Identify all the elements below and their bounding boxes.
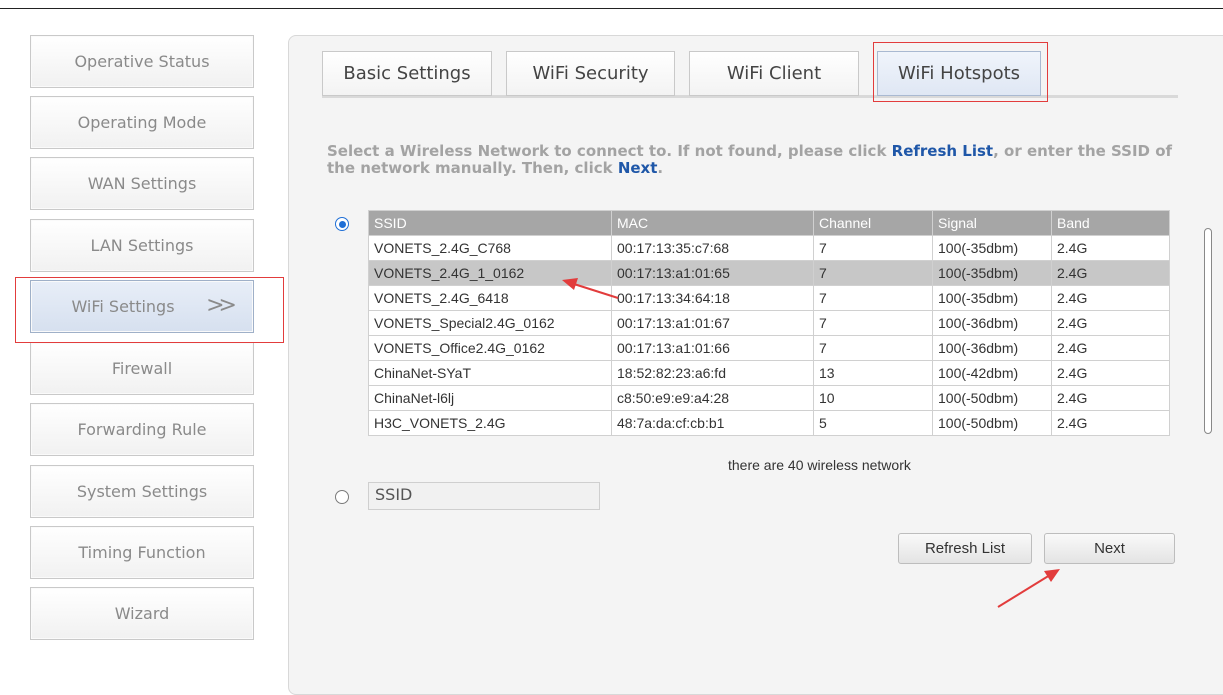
- cell-mac: 18:52:82:23:a6:fd: [611, 360, 814, 386]
- table-row[interactable]: H3C_VONETS_2.4G 48:7a:da:cf:cb:b1 5 100(-50…: [368, 410, 1170, 436]
- sidebar-item-label: Forwarding Rule: [77, 420, 207, 439]
- sidebar-item-wan-settings[interactable]: WAN Settings: [30, 157, 254, 210]
- cell-band: 2.4G: [1051, 310, 1170, 336]
- cell-channel: 13: [813, 360, 933, 386]
- sidebar-item-wizard[interactable]: Wizard: [30, 587, 254, 640]
- column-header-signal: Signal: [932, 210, 1052, 236]
- cell-ssid: VONETS_2.4G_1_0162: [368, 260, 612, 286]
- wifi-settings-highlight-box: [15, 277, 284, 343]
- cell-signal: 100(-50dbm): [932, 385, 1052, 411]
- sidebar-item-firewall[interactable]: Firewall: [30, 342, 254, 395]
- tab-label: Basic Settings: [343, 63, 471, 84]
- instruction-part: Select a Wireless Network to connect to.…: [327, 142, 892, 160]
- cell-band: 2.4G: [1051, 335, 1170, 361]
- tab-basic-settings[interactable]: Basic Settings: [322, 51, 492, 96]
- column-header-channel: Channel: [813, 210, 933, 236]
- table-row[interactable]: VONETS_Special2.4G_0162 00:17:13:a1:01:67…: [368, 310, 1170, 336]
- cell-mac: 48:7a:da:cf:cb:b1: [611, 410, 814, 436]
- sidebar-item-label: WAN Settings: [87, 174, 197, 193]
- sidebar-item-label: Wizard: [114, 604, 170, 623]
- table-row[interactable]: VONETS_2.4G_6418 00:17:13:34:64:18 7 100(-3…: [368, 285, 1170, 311]
- cell-signal: 100(-35dbm): [932, 260, 1052, 286]
- cell-ssid: VONETS_2.4G_C768: [368, 235, 612, 261]
- sidebar-item-label: Operating Mode: [77, 113, 207, 132]
- cell-mac: 00:17:13:a1:01:66: [611, 335, 814, 361]
- cell-mac: 00:17:13:35:c7:68: [611, 235, 814, 261]
- sidebar-item-label: LAN Settings: [90, 236, 194, 255]
- cell-mac: 00:17:13:34:64:18: [611, 285, 814, 311]
- cell-channel: 10: [813, 385, 933, 411]
- wifi-hotspots-highlight-box: [873, 42, 1048, 102]
- table-row-selected[interactable]: VONETS_2.4G_1_0162 00:17:13:a1:01:65 7 100(…: [368, 260, 1170, 286]
- network-count-text: there are 40 wireless network: [728, 457, 911, 473]
- tab-label: WiFi Security: [532, 63, 649, 84]
- cell-channel: 7: [813, 260, 933, 286]
- cell-signal: 100(-42dbm): [932, 360, 1052, 386]
- cell-channel: 5: [813, 410, 933, 436]
- table-scrollbar[interactable]: [1204, 228, 1212, 434]
- column-header-ssid: SSID: [368, 210, 612, 236]
- cell-band: 2.4G: [1051, 285, 1170, 311]
- tab-label: WiFi Client: [726, 63, 822, 84]
- cell-signal: 100(-50dbm): [932, 410, 1052, 436]
- top-divider: [0, 8, 1223, 9]
- cell-channel: 7: [813, 310, 933, 336]
- sidebar-item-operative-status[interactable]: Operative Status: [30, 35, 254, 88]
- cell-signal: 100(-35dbm): [932, 285, 1052, 311]
- manual-ssid-radio[interactable]: [335, 490, 349, 504]
- instruction-part: .: [657, 159, 664, 177]
- cell-ssid: ChinaNet-l6lj: [368, 385, 612, 411]
- cell-signal: 100(-36dbm): [932, 335, 1052, 361]
- cell-mac: 00:17:13:a1:01:67: [611, 310, 814, 336]
- cell-mac: 00:17:13:a1:01:65: [611, 260, 814, 286]
- instruction-text: Select a Wireless Network to connect to.…: [327, 143, 1177, 177]
- column-header-mac: MAC: [611, 210, 814, 236]
- table-row[interactable]: VONETS_Office2.4G_0162 00:17:13:a1:01:66 7…: [368, 335, 1170, 361]
- tab-wifi-client[interactable]: WiFi Client: [689, 51, 859, 96]
- sidebar-item-timing-function[interactable]: Timing Function: [30, 526, 254, 579]
- next-button[interactable]: Next: [1044, 533, 1175, 564]
- cell-channel: 7: [813, 335, 933, 361]
- next-link-text: Next: [617, 159, 658, 177]
- table-header-row: SSID MAC Channel Signal Band: [368, 210, 1170, 236]
- cell-ssid: VONETS_Office2.4G_0162: [368, 335, 612, 361]
- sidebar-item-label: System Settings: [76, 482, 208, 501]
- cell-channel: 7: [813, 235, 933, 261]
- select-from-list-radio[interactable]: [335, 217, 349, 231]
- table-row[interactable]: VONETS_2.4G_C768 00:17:13:35:c7:68 7 100(-3…: [368, 235, 1170, 261]
- cell-band: 2.4G: [1051, 360, 1170, 386]
- cell-band: 2.4G: [1051, 260, 1170, 286]
- refresh-list-button[interactable]: Refresh List: [898, 533, 1032, 564]
- cell-band: 2.4G: [1051, 385, 1170, 411]
- sidebar-item-label: Firewall: [111, 359, 173, 378]
- column-header-band: Band: [1051, 210, 1170, 236]
- cell-ssid: VONETS_2.4G_6418: [368, 285, 612, 311]
- tab-wifi-security[interactable]: WiFi Security: [506, 51, 675, 96]
- sidebar-item-forwarding-rule[interactable]: Forwarding Rule: [30, 403, 254, 456]
- cell-mac: c8:50:e9:e9:a4:28: [611, 385, 814, 411]
- table-row[interactable]: ChinaNet-l6lj c8:50:e9:e9:a4:28 10 100(-50d…: [368, 385, 1170, 411]
- cell-signal: 100(-35dbm): [932, 235, 1052, 261]
- cell-band: 2.4G: [1051, 235, 1170, 261]
- cell-ssid: VONETS_Special2.4G_0162: [368, 310, 612, 336]
- sidebar-item-lan-settings[interactable]: LAN Settings: [30, 219, 254, 272]
- cell-ssid: ChinaNet-SYaT: [368, 360, 612, 386]
- cell-channel: 7: [813, 285, 933, 311]
- sidebar-item-system-settings[interactable]: System Settings: [30, 465, 254, 518]
- ssid-input[interactable]: SSID: [368, 482, 600, 510]
- network-table: SSID MAC Channel Signal Band VONETS_2.4G…: [368, 210, 1170, 436]
- sidebar-item-label: Operative Status: [74, 52, 210, 71]
- cell-ssid: H3C_VONETS_2.4G: [368, 410, 612, 436]
- sidebar-item-label: Timing Function: [78, 543, 206, 562]
- refresh-list-link-text: Refresh List: [891, 142, 994, 160]
- cell-band: 2.4G: [1051, 410, 1170, 436]
- table-row[interactable]: ChinaNet-SYaT 18:52:82:23:a6:fd 13 100(-42d…: [368, 360, 1170, 386]
- cell-signal: 100(-36dbm): [932, 310, 1052, 336]
- sidebar-item-operating-mode[interactable]: Operating Mode: [30, 96, 254, 149]
